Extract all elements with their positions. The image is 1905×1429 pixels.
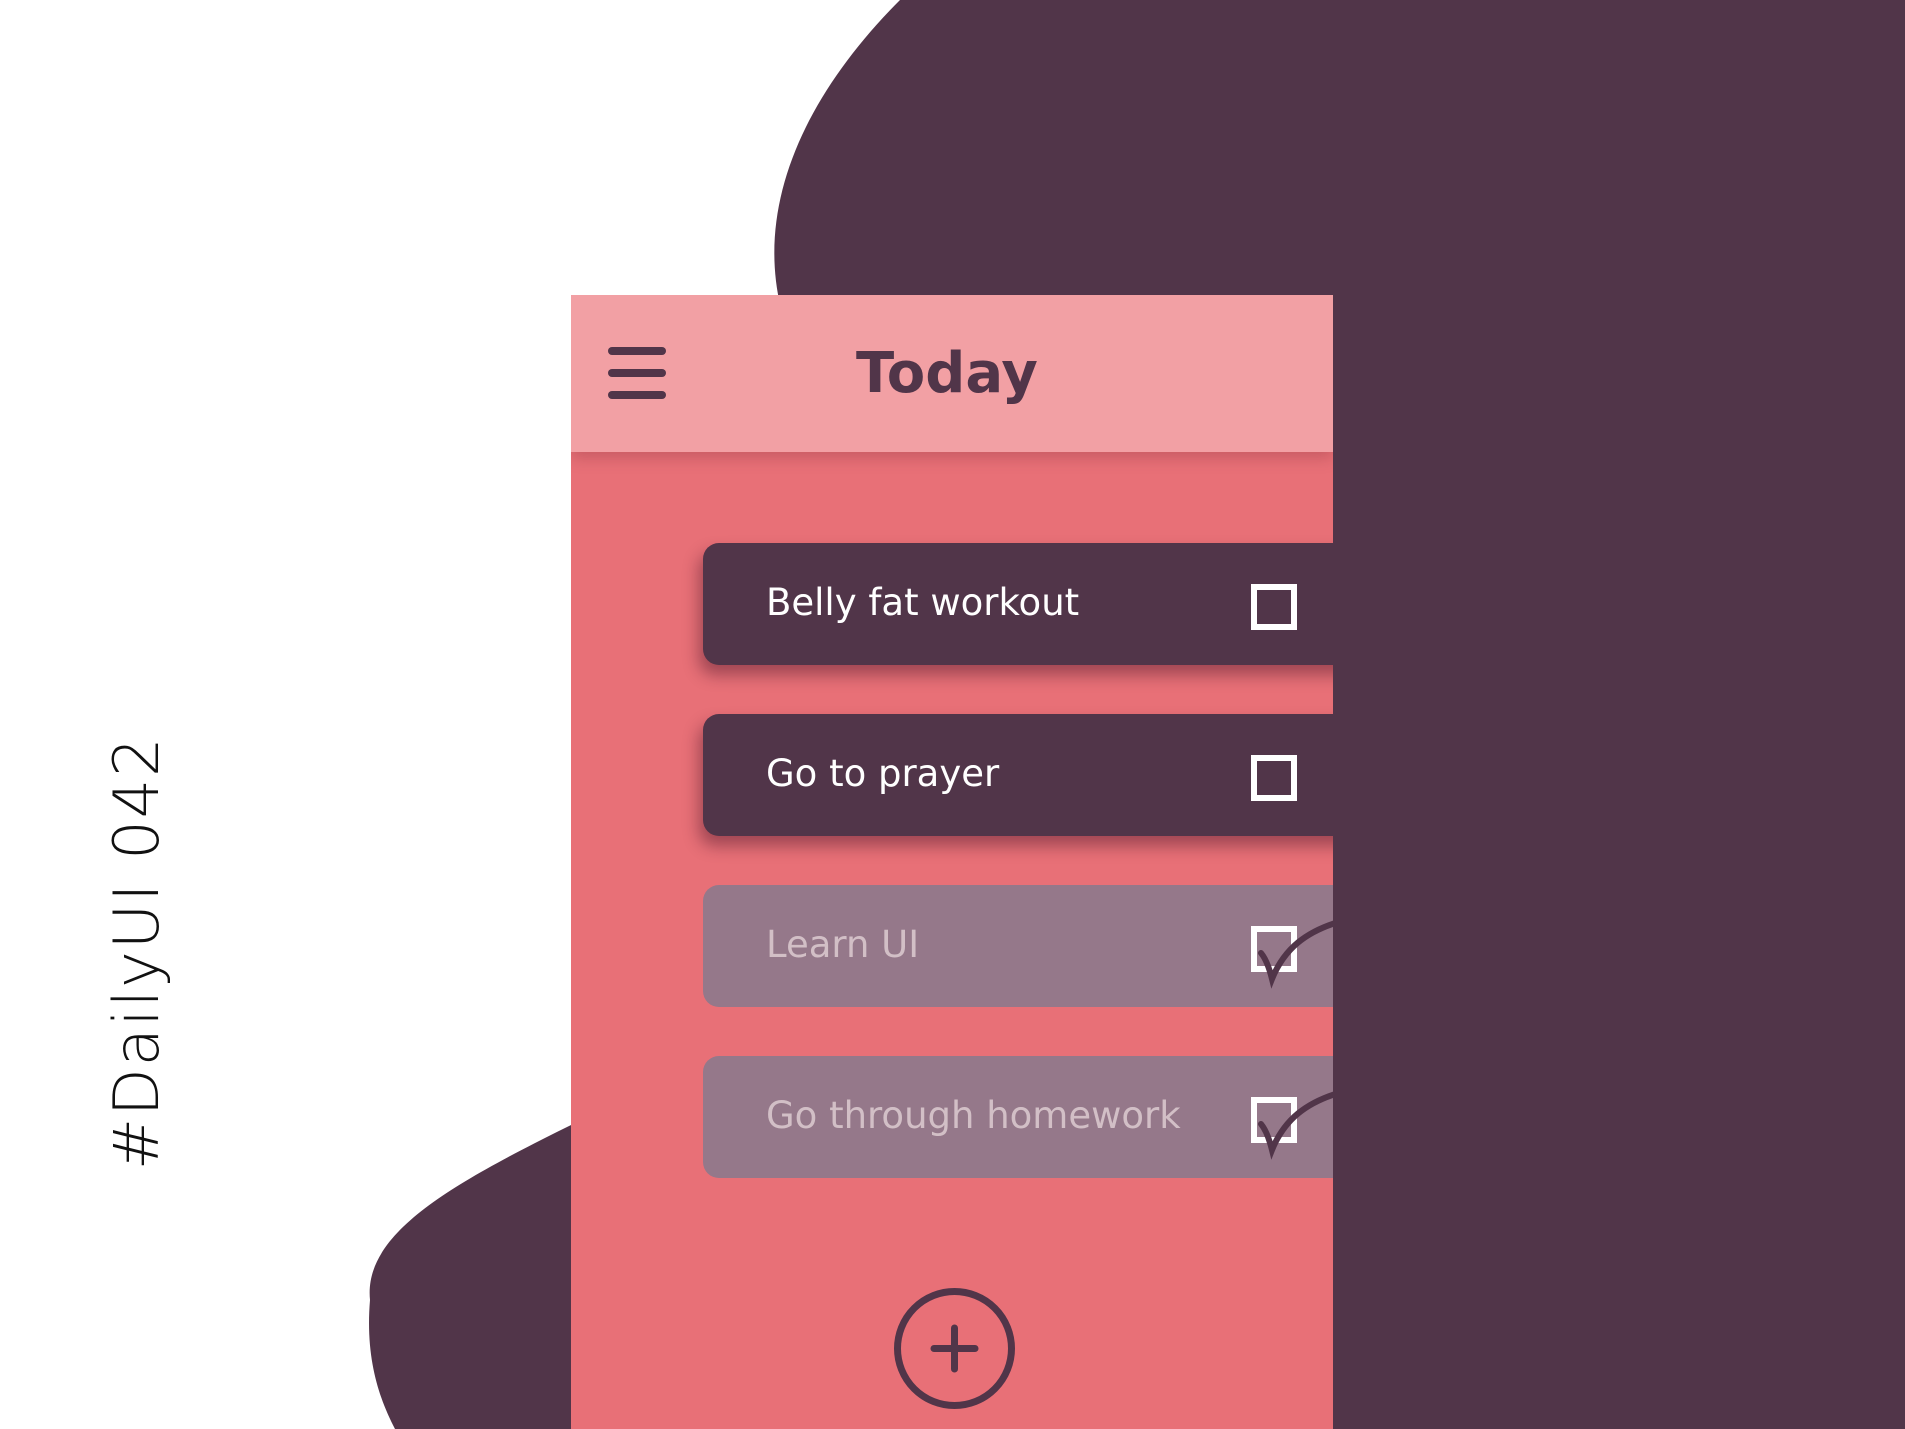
task-item-completed[interactable]: Learn UI: [703, 885, 1333, 1007]
task-item[interactable]: Belly fat workout: [703, 543, 1333, 665]
task-checkbox[interactable]: [1251, 755, 1297, 801]
task-label: Go to prayer: [766, 752, 1000, 795]
right-panel: [1333, 0, 1905, 1429]
app-header: Today: [571, 295, 1333, 452]
add-task-button[interactable]: [894, 1288, 1015, 1409]
task-checkbox[interactable]: [1251, 584, 1297, 630]
task-item-completed[interactable]: Go through homework: [703, 1056, 1333, 1178]
todo-app: Today Belly fat workout Go to prayer Lea…: [571, 295, 1333, 1429]
dailyui-label: #DailyUI 042: [100, 735, 173, 1170]
checkmark-icon: [1258, 1091, 1333, 1160]
task-label: Learn UI: [766, 923, 920, 966]
plus-icon: [930, 1324, 979, 1373]
task-item[interactable]: Go to prayer: [703, 714, 1333, 836]
task-label: Belly fat workout: [766, 581, 1080, 624]
checkmark-icon: [1258, 920, 1333, 989]
page-title: Today: [856, 341, 1038, 406]
task-label: Go through homework: [766, 1094, 1181, 1137]
